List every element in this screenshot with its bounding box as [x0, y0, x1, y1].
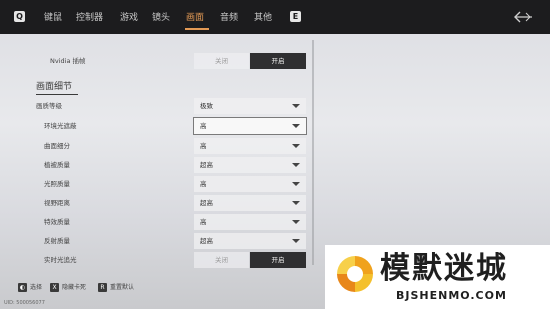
setting-label: 特效质量 [44, 218, 70, 226]
footer-hint-label: 选择 [30, 284, 43, 291]
tab-keyboard-mouse[interactable]: 键鼠 [44, 12, 62, 24]
footer-hint-select[interactable]: ◐ 选择 [18, 283, 42, 293]
dropdown-value: 高 [200, 142, 207, 150]
toggle-off-button[interactable]: 关闭 [194, 252, 249, 268]
back-arrow-icon[interactable] [512, 10, 534, 24]
footer-hint-reset[interactable]: R 重置默认 [98, 283, 134, 293]
section-title: 画面细节 [36, 82, 73, 92]
dropdown-view-distance[interactable]: 超高 [194, 195, 306, 211]
setting-label: Nvidia 插帧 [50, 57, 86, 65]
setting-row-vegetation-quality: 植被质量 超高 [36, 157, 306, 174]
setting-label: 光照质量 [44, 180, 70, 188]
toggle-on-button[interactable]: 开启 [250, 53, 306, 69]
dropdown-value: 超高 [200, 237, 213, 245]
toggle-off-button[interactable]: 关闭 [194, 53, 249, 69]
toggle-on-button[interactable]: 开启 [250, 252, 306, 268]
next-tab-key-hint[interactable]: E [290, 11, 301, 22]
dropdown-value: 高 [200, 218, 207, 226]
chevron-down-icon [292, 163, 300, 167]
setting-label: 曲面细分 [44, 142, 70, 150]
setting-row-view-distance: 视野距离 超高 [36, 195, 306, 212]
footer-hint-label: 重置默认 [110, 284, 135, 291]
chevron-down-icon [292, 104, 300, 108]
key-x-icon: X [50, 283, 59, 292]
setting-label: 画质等级 [36, 102, 62, 110]
setting-row-nvidia-frame-gen: Nvidia 插帧 关闭 开启 [36, 53, 306, 70]
dropdown-tessellation[interactable]: 高 [194, 138, 306, 154]
dropdown-quality-preset[interactable]: 极致 [194, 98, 306, 114]
top-navigation-bar: Q 键鼠 控制器 游戏 镜头 画面 音频 其他 E [0, 0, 550, 34]
tab-graphics[interactable]: 画面 [186, 12, 204, 24]
prev-tab-key-hint[interactable]: Q [14, 11, 25, 22]
dropdown-value: 超高 [200, 199, 213, 207]
chevron-down-icon [292, 220, 300, 224]
setting-row-reflection-quality: 反射质量 超高 [36, 233, 306, 250]
watermark-title: 模默迷城 [380, 251, 508, 286]
watermark-logo-icon [337, 256, 373, 292]
tab-camera[interactable]: 镜头 [152, 12, 170, 24]
watermark-url: BJSHENMO.COM [396, 289, 507, 302]
setting-label: 实时光追光 [44, 256, 77, 264]
setting-row-effects-quality: 特效质量 高 [36, 214, 306, 231]
setting-label: 视野距离 [44, 199, 70, 207]
setting-label: 植被质量 [44, 161, 70, 169]
section-underline [36, 94, 78, 95]
dropdown-value: 超高 [200, 161, 213, 169]
tab-controller[interactable]: 控制器 [76, 12, 103, 24]
dropdown-value: 极致 [200, 102, 213, 110]
dropdown-lighting-quality[interactable]: 高 [194, 176, 306, 192]
setting-row-tessellation: 曲面细分 高 [36, 138, 306, 155]
tab-other[interactable]: 其他 [254, 12, 272, 24]
setting-row-lighting-quality: 光照质量 高 [36, 176, 306, 193]
tab-audio[interactable]: 音频 [220, 12, 238, 24]
setting-label: 反射质量 [44, 237, 70, 245]
dropdown-vegetation-quality[interactable]: 超高 [194, 157, 306, 173]
chevron-down-icon [292, 124, 300, 128]
scrollbar-track[interactable] [312, 40, 314, 265]
setting-row-realtime-raytracing: 实时光追光 关闭 开启 [36, 252, 306, 269]
dropdown-value: 高 [200, 122, 207, 130]
active-tab-indicator [185, 28, 209, 30]
dropdown-ambient-occlusion[interactable]: 高 [193, 117, 307, 135]
dropdown-value: 高 [200, 180, 207, 188]
setting-label: 环境光遮蔽 [44, 122, 77, 130]
setting-row-ambient-occlusion: 环境光遮蔽 高 [36, 117, 307, 135]
dropdown-effects-quality[interactable]: 高 [194, 214, 306, 230]
dropdown-reflection-quality[interactable]: 超高 [194, 233, 306, 249]
tab-game[interactable]: 游戏 [120, 12, 138, 24]
setting-row-quality-preset: 画质等级 极致 [36, 98, 306, 115]
user-id-text: UID: 500056077 [4, 300, 45, 306]
footer-hint-hide[interactable]: X 隐藏卡死 [50, 283, 86, 293]
chevron-down-icon [292, 201, 300, 205]
chevron-down-icon [292, 144, 300, 148]
chevron-down-icon [292, 182, 300, 186]
chevron-down-icon [292, 239, 300, 243]
mouse-icon: ◐ [18, 283, 27, 292]
footer-hint-label: 隐藏卡死 [62, 284, 87, 291]
key-r-icon: R [98, 283, 107, 292]
